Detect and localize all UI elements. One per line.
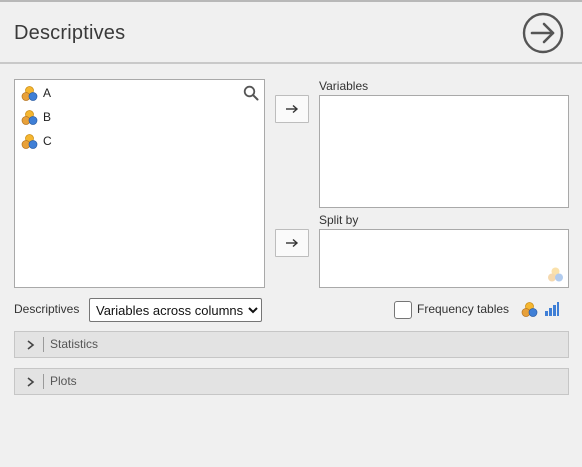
bar-chart-icon — [545, 302, 559, 316]
descriptives-layout-label: Descriptives — [14, 302, 80, 316]
variable-item-b[interactable]: B — [21, 107, 51, 127]
split-by-target-list[interactable] — [319, 229, 569, 288]
frequency-tables-label: Frequency tables — [417, 302, 510, 316]
move-to-split-by-button[interactable] — [275, 229, 309, 257]
variable-name: C — [43, 134, 52, 148]
nominal-icon — [21, 85, 38, 101]
nominal-icon — [21, 133, 38, 149]
nominal-icon — [548, 267, 563, 282]
descriptives-layout-select[interactable]: Variables across columns — [89, 298, 262, 322]
plots-section[interactable]: Plots — [14, 368, 569, 395]
source-variable-list[interactable]: A B C — [14, 79, 265, 288]
variables-target-list[interactable] — [319, 95, 569, 208]
frequency-tables-checkbox[interactable] — [394, 301, 412, 319]
search-icon[interactable] — [243, 85, 259, 101]
chevron-right-icon — [27, 340, 35, 350]
section-divider — [43, 374, 44, 389]
nominal-icon — [21, 109, 38, 125]
arrow-right-icon — [286, 104, 299, 114]
run-button[interactable] — [522, 12, 564, 54]
top-border — [0, 0, 582, 2]
section-label: Plots — [50, 374, 77, 388]
variable-name: B — [43, 110, 52, 124]
nominal-icon — [521, 302, 538, 317]
title-divider — [0, 62, 582, 64]
variable-name: A — [43, 86, 52, 100]
arrow-right-icon — [286, 238, 299, 248]
statistics-section[interactable]: Statistics — [14, 331, 569, 358]
variable-item-c[interactable]: C — [21, 131, 52, 151]
section-label: Statistics — [50, 337, 99, 351]
page-title: Descriptives — [14, 22, 126, 44]
split-by-label: Split by — [319, 213, 359, 227]
section-divider — [43, 337, 44, 352]
move-to-variables-button[interactable] — [275, 95, 309, 123]
variable-item-a[interactable]: A — [21, 83, 51, 103]
chevron-right-icon — [27, 377, 35, 387]
arrow-circle-right-icon — [522, 12, 564, 54]
variables-label: Variables — [319, 79, 369, 93]
